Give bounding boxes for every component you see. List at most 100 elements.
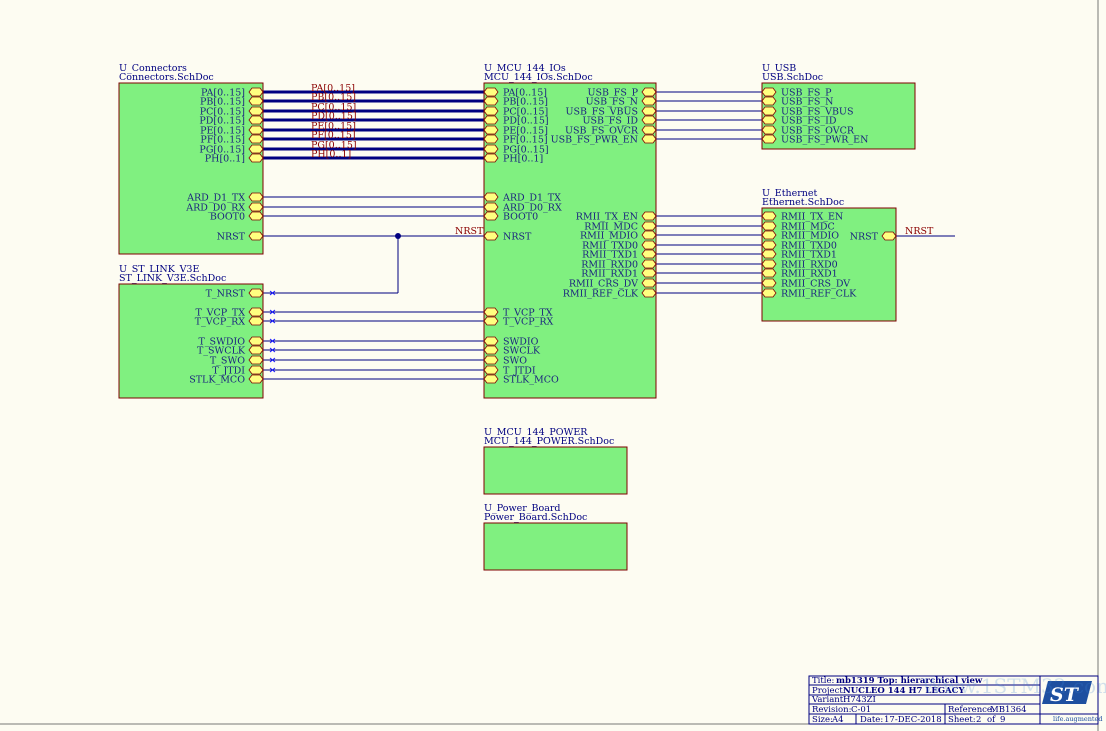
mcu-left-port-2 [483, 106, 499, 116]
mcu-left-label-stlk-mco: STLK_MCO [503, 375, 559, 386]
variant-label: Variant: [811, 695, 846, 705]
mcu-right-port-4 [641, 125, 657, 135]
title-label: Title: [812, 676, 834, 686]
usb-port-0 [761, 87, 777, 97]
date-value: 17-DEC-2018 [884, 715, 942, 725]
reference-label: Reference: [948, 705, 995, 715]
usb-port-5 [761, 134, 777, 144]
mcu-left-port-18 [483, 374, 499, 384]
sheet-of: of [987, 715, 996, 725]
mcu-left-port-1 [483, 96, 499, 106]
mcu-left-label-boot0: BOOT0 [503, 212, 538, 223]
mcu-left-port-13 [483, 316, 499, 326]
connectors-port-2 [248, 106, 264, 116]
stlink-port-2 [248, 316, 264, 326]
mcu-right-port-3 [641, 115, 657, 125]
ethernet-label-rmii-ref-clk: RMII_REF_CLK [781, 289, 857, 300]
junction-dot [395, 233, 401, 239]
block-filename-pboard: Power_Board.SchDoc [484, 512, 587, 523]
title-block: Title: mb1319 Top: hierarchical view Pro… [808, 674, 1106, 725]
mcu-left-port-17 [483, 365, 499, 375]
mcu-right-port-0 [641, 87, 657, 97]
mcu-left-port-9 [483, 202, 499, 212]
variant-value: H743ZI [843, 695, 876, 705]
stlink-port-6 [248, 365, 264, 375]
connectors-label-nrst: NRST [217, 232, 246, 243]
mcu-left-label-t-vcp-rx: T_VCP_RX [503, 317, 554, 328]
connectors-label-boot0: BOOT0 [210, 212, 245, 223]
stlink-port-1 [248, 307, 264, 317]
connectors-port-1 [248, 96, 264, 106]
stlink-port-4 [248, 345, 264, 355]
block-filename-stlink: ST_LINK_V3E.SchDoc [119, 273, 226, 284]
reference-value: MB1364 [990, 705, 1027, 715]
stlink-port-0 [248, 288, 264, 298]
ethernet-port-2 [761, 230, 777, 240]
connectors-port-4 [248, 125, 264, 135]
revision-label: Revision: [812, 705, 852, 715]
usb-port-4 [761, 125, 777, 135]
block-filename-conn: Connectors.SchDoc [119, 72, 214, 83]
sheet-symbol-pboard [483, 522, 628, 571]
mcu-right-port-12 [641, 268, 657, 278]
ethernet-port-4 [761, 249, 777, 259]
ethernet-port-5 [761, 259, 777, 269]
usb-port-3 [761, 115, 777, 125]
mcu-left-port-10 [483, 211, 499, 221]
mcu-left-port-0 [483, 87, 499, 97]
mcu-left-port-3 [483, 115, 499, 125]
mcu-right-port-7 [641, 221, 657, 231]
stlink-label-t-vcp-rx: T_VCP_RX [195, 317, 246, 328]
usb-port-2 [761, 106, 777, 116]
mcu-left-port-6 [483, 144, 499, 154]
mcu-left-port-8 [483, 192, 499, 202]
connectors-port-3 [248, 115, 264, 125]
bus-net-label-7: PH[0..1] [311, 149, 351, 160]
sheet-label: Sheet: [948, 715, 976, 725]
date-label: Date: [860, 715, 883, 725]
mcu-left-port-11 [483, 231, 499, 241]
mcu-right-label-rmii-ref-clk: RMII_REF_CLK [563, 289, 639, 300]
connectors-port-6 [248, 144, 264, 154]
size-label: Size: [812, 715, 833, 725]
block-filename-usb: USB.SchDoc [762, 72, 823, 83]
sheet-symbol-power [483, 446, 628, 495]
ethernet-port-3 [761, 240, 777, 250]
ethernet-port-6 [761, 268, 777, 278]
ethernet-port-8 [761, 288, 777, 298]
connectors-port-9 [248, 202, 264, 212]
block-filename-eth: Ethernet.SchDoc [762, 197, 844, 208]
usb-port-1 [761, 96, 777, 106]
connectors-port-8 [248, 192, 264, 202]
mcu-left-label-ph-0-1: PH[0..1] [503, 154, 543, 165]
mcu-right-port-6 [641, 211, 657, 221]
schematic-sheet: U_ConnectorsConnectors.SchDocU_ST_LINK_V… [0, 0, 1106, 731]
ethernet-right-label-nrst: NRST [850, 232, 879, 243]
mcu-right-port-5 [641, 134, 657, 144]
mcu-left-port-7 [483, 153, 499, 163]
connectors-port-0 [248, 87, 264, 97]
net-label-nrst-eth: NRST [905, 226, 934, 237]
watermark: Www.1STM32.com [922, 674, 1106, 698]
sheet-number: 2 [976, 715, 981, 725]
stlink-label-stlk-mco: STLK_MCO [189, 375, 245, 386]
ethernet-right-port-0 [881, 231, 897, 241]
connectors-port-10 [248, 211, 264, 221]
logo-tagline: life.augmented [1053, 715, 1103, 723]
ethernet-port-1 [761, 221, 777, 231]
stlink-port-5 [248, 355, 264, 365]
mcu-right-port-9 [641, 240, 657, 250]
connectors-port-5 [248, 134, 264, 144]
mcu-right-port-11 [641, 259, 657, 269]
mcu-right-port-14 [641, 288, 657, 298]
connectors-label-ph-0-1: PH[0..1] [205, 154, 245, 165]
ethernet-port-0 [761, 211, 777, 221]
mcu-left-port-15 [483, 345, 499, 355]
revision-value: C-01 [851, 705, 871, 715]
mcu-left-port-14 [483, 336, 499, 346]
mcu-right-port-1 [641, 96, 657, 106]
mcu-right-port-2 [641, 106, 657, 116]
block-filename-mcu: MCU_144_IOs.SchDoc [484, 72, 593, 83]
mcu-left-port-12 [483, 307, 499, 317]
sheet-total: 9 [1000, 715, 1005, 725]
